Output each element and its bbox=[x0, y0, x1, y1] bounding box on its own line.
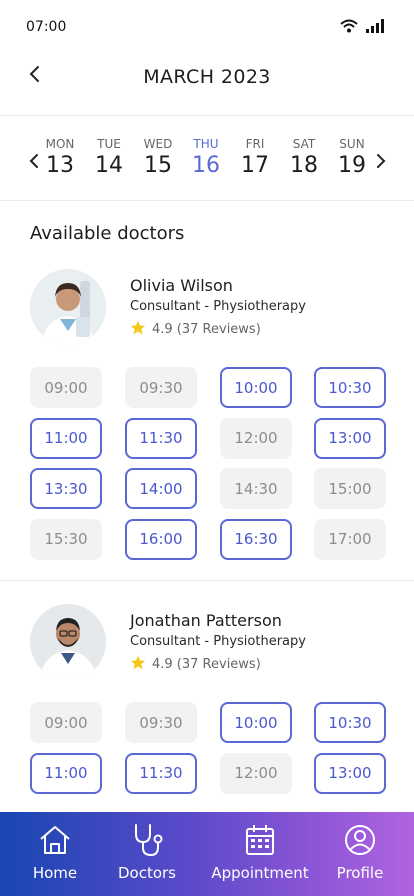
doctor-card: Jonathan Patterson Consultant - Physioth… bbox=[0, 603, 414, 813]
time-slot-available[interactable]: 10:00 bbox=[220, 702, 292, 743]
time-slot-unavailable: 09:30 bbox=[125, 702, 197, 743]
star-icon bbox=[130, 320, 146, 339]
status-time: 07:00 bbox=[26, 19, 67, 35]
time-slot-unavailable: 09:00 bbox=[30, 367, 102, 408]
time-slot-unavailable: 15:30 bbox=[30, 518, 102, 560]
day-number: 15 bbox=[144, 153, 172, 178]
tab-appointment[interactable]: Appointment bbox=[210, 822, 310, 882]
day-wed[interactable]: WED 15 bbox=[136, 137, 180, 178]
time-slot-available[interactable]: 10:30 bbox=[314, 367, 386, 408]
section-title: Available doctors bbox=[30, 223, 185, 244]
tab-label: Home bbox=[32, 864, 78, 882]
time-slot-unavailable: 09:00 bbox=[30, 702, 102, 743]
time-slot-available[interactable]: 11:30 bbox=[125, 417, 197, 459]
status-bar: 07:00 bbox=[0, 0, 414, 52]
time-slot-available[interactable]: 16:00 bbox=[125, 518, 197, 560]
doctor-specialty: Consultant - Physiotherapy bbox=[130, 634, 306, 649]
doctor-rating: 4.9 (37 Reviews) bbox=[130, 655, 261, 674]
day-name: THU bbox=[193, 137, 219, 151]
time-slot-unavailable: 15:00 bbox=[314, 468, 386, 509]
wifi-icon bbox=[340, 18, 358, 37]
tab-home[interactable]: Home bbox=[30, 822, 80, 882]
time-slot-available[interactable]: 13:00 bbox=[314, 417, 386, 459]
tab-profile[interactable]: Profile bbox=[334, 822, 386, 882]
day-number: 13 bbox=[46, 153, 74, 178]
time-slot-available[interactable]: 10:30 bbox=[314, 702, 386, 743]
day-mon[interactable]: MON 13 bbox=[38, 137, 82, 178]
day-name: WED bbox=[143, 137, 173, 151]
time-slot-available[interactable]: 11:30 bbox=[125, 752, 197, 794]
time-slot-unavailable: 14:30 bbox=[220, 468, 292, 509]
day-number: 19 bbox=[338, 153, 366, 178]
time-slot-available[interactable]: 10:00 bbox=[220, 367, 292, 408]
bottom-nav: Home Doctors Appointment Profile bbox=[0, 812, 414, 896]
day-thu[interactable]: THU 16 bbox=[184, 137, 228, 178]
avatar bbox=[30, 269, 106, 345]
day-name: SAT bbox=[292, 137, 316, 151]
home-icon bbox=[30, 822, 80, 858]
day-number: 18 bbox=[290, 153, 318, 178]
day-sun[interactable]: SUN 19 bbox=[330, 137, 374, 178]
time-slot-available[interactable]: 11:00 bbox=[30, 417, 102, 459]
star-icon bbox=[130, 655, 146, 674]
doctor-name: Jonathan Patterson bbox=[130, 611, 282, 630]
doctor-name: Olivia Wilson bbox=[130, 276, 233, 295]
day-number: 14 bbox=[95, 153, 123, 178]
signal-icon bbox=[366, 18, 384, 37]
time-slot-available[interactable]: 11:00 bbox=[30, 752, 102, 794]
rating-text: 4.9 (37 Reviews) bbox=[152, 322, 261, 337]
time-slot-available[interactable]: 14:00 bbox=[125, 468, 197, 509]
app-header: MARCH 2023 bbox=[0, 52, 414, 116]
chevron-right-icon bbox=[376, 153, 386, 173]
tab-doctors[interactable]: Doctors bbox=[114, 822, 180, 882]
day-name: FRI bbox=[245, 137, 265, 151]
doctor-card: Olivia Wilson Consultant - Physiotherapy… bbox=[0, 268, 414, 581]
time-slot-available[interactable]: 13:30 bbox=[30, 468, 102, 509]
week-calendar: MON 13 TUE 14 WED 15 THU 16 FRI 17 SAT 18 SUN 19 bbox=[0, 117, 414, 201]
page-title: MARCH 2023 bbox=[143, 66, 271, 88]
tab-label: Appointment bbox=[211, 864, 309, 882]
next-week-button[interactable] bbox=[371, 153, 391, 173]
tab-label: Profile bbox=[336, 864, 384, 882]
day-number: 17 bbox=[241, 153, 269, 178]
day-sat[interactable]: SAT 18 bbox=[282, 137, 326, 178]
time-slot-unavailable: 09:30 bbox=[125, 367, 197, 408]
user-icon bbox=[334, 822, 386, 858]
tab-label: Doctors bbox=[117, 864, 176, 882]
day-name: TUE bbox=[97, 137, 121, 151]
day-number: 16 bbox=[192, 153, 220, 178]
rating-text: 4.9 (37 Reviews) bbox=[152, 657, 261, 672]
doctor-rating: 4.9 (37 Reviews) bbox=[130, 320, 261, 339]
time-slot-unavailable: 12:00 bbox=[220, 417, 292, 459]
stethoscope-icon bbox=[114, 822, 180, 858]
avatar bbox=[30, 604, 106, 680]
time-slot-available[interactable]: 13:00 bbox=[314, 752, 386, 794]
day-tue[interactable]: TUE 14 bbox=[87, 137, 131, 178]
day-name: SUN bbox=[339, 137, 365, 151]
calendar-icon bbox=[210, 822, 310, 858]
doctor-specialty: Consultant - Physiotherapy bbox=[130, 299, 306, 314]
time-slot-available[interactable]: 16:30 bbox=[220, 518, 292, 560]
time-slot-unavailable: 17:00 bbox=[314, 518, 386, 560]
time-slot-unavailable: 12:00 bbox=[220, 752, 292, 794]
day-name: MON bbox=[45, 137, 75, 151]
day-fri[interactable]: FRI 17 bbox=[233, 137, 277, 178]
